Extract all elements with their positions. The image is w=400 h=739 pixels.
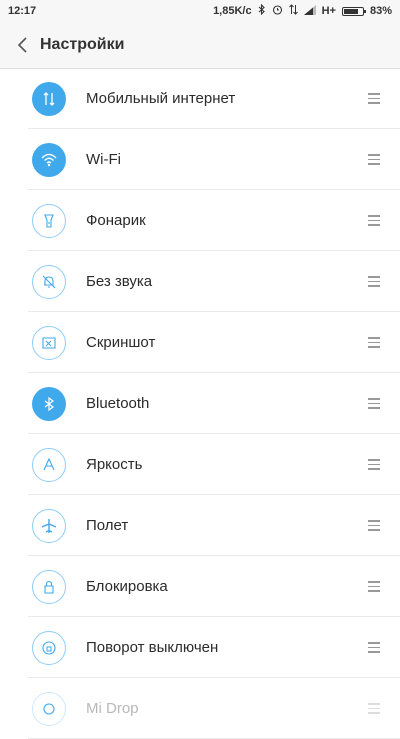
toggle-list: Мобильный интернет Wi-Fi Фонарик Без звука С… xyxy=(0,68,400,739)
toggle-label: Без звука xyxy=(86,273,153,290)
battery-level xyxy=(343,8,358,14)
status-bar: 12:17 1,85K/c H+ 83% xyxy=(0,0,400,22)
toggle-row[interactable]: Без звука xyxy=(0,251,400,312)
page-title: Настройки xyxy=(40,36,125,53)
toggle-row[interactable]: Bluetooth xyxy=(0,373,400,434)
header: Настройки xyxy=(0,22,400,69)
toggle-row[interactable]: Полет xyxy=(0,495,400,556)
toggle-label: Поворот выключен xyxy=(86,639,219,656)
drag-handle-icon[interactable] xyxy=(368,642,380,653)
mi-drop-icon[interactable] xyxy=(32,691,66,726)
battery-icon xyxy=(341,6,366,16)
drag-handle-icon[interactable] xyxy=(368,520,380,531)
status-indicators: 1,85K/c H+ 83% xyxy=(213,3,392,18)
toggle-row[interactable]: Wi-Fi xyxy=(0,129,400,190)
toggle-label: Блокировка xyxy=(86,578,168,595)
flashlight-icon[interactable] xyxy=(32,203,66,238)
mobile-data-icon[interactable] xyxy=(32,81,66,116)
signal-icon xyxy=(303,4,316,18)
toggle-row[interactable]: Яркость xyxy=(0,434,400,495)
wifi-icon[interactable] xyxy=(32,142,66,177)
screenshot-icon[interactable] xyxy=(32,325,66,360)
drag-handle-icon[interactable] xyxy=(368,215,380,226)
toggle-label: Фонарик xyxy=(86,212,146,229)
lock-icon[interactable] xyxy=(32,569,66,604)
alarm-icon xyxy=(272,4,283,18)
back-button[interactable] xyxy=(10,32,36,58)
drag-handle-icon[interactable] xyxy=(368,154,380,165)
data-arrows-icon xyxy=(288,4,298,18)
toggle-label: Bluetooth xyxy=(86,395,150,412)
battery-percent: 83% xyxy=(369,5,392,17)
chevron-left-icon xyxy=(17,37,27,53)
drag-handle-icon[interactable] xyxy=(368,703,380,714)
toggle-label: Скриншот xyxy=(86,334,156,351)
mute-bell-icon[interactable] xyxy=(32,264,66,299)
rotation-lock-icon[interactable] xyxy=(32,630,66,665)
bluetooth-icon[interactable] xyxy=(32,386,66,421)
toggle-label: Яркость xyxy=(86,456,143,473)
drag-handle-icon[interactable] xyxy=(368,276,380,287)
toggle-label: Полет xyxy=(86,517,129,534)
drag-handle-icon[interactable] xyxy=(368,581,380,592)
net-speed: 1,85K/c xyxy=(213,5,252,17)
airplane-icon[interactable] xyxy=(32,508,66,543)
drag-handle-icon[interactable] xyxy=(368,398,380,409)
toggle-row[interactable]: Mi Drop xyxy=(0,678,400,739)
toggle-row[interactable]: Фонарик xyxy=(0,190,400,251)
toggle-row[interactable]: Блокировка xyxy=(0,556,400,617)
toggle-row[interactable]: Поворот выключен xyxy=(0,617,400,678)
toggle-label: Mi Drop xyxy=(86,700,139,717)
network-type: H+ xyxy=(321,5,336,17)
drag-handle-icon[interactable] xyxy=(368,459,380,470)
bluetooth-icon xyxy=(258,3,266,18)
toggle-row[interactable]: Мобильный интернет xyxy=(0,68,400,129)
drag-handle-icon[interactable] xyxy=(368,337,380,348)
toggle-label: Wi-Fi xyxy=(86,151,121,168)
brightness-icon[interactable] xyxy=(32,447,66,482)
drag-handle-icon[interactable] xyxy=(368,93,380,104)
status-time: 12:17 xyxy=(8,5,37,17)
toggle-label: Мобильный интернет xyxy=(86,90,236,107)
toggle-row[interactable]: Скриншот xyxy=(0,312,400,373)
